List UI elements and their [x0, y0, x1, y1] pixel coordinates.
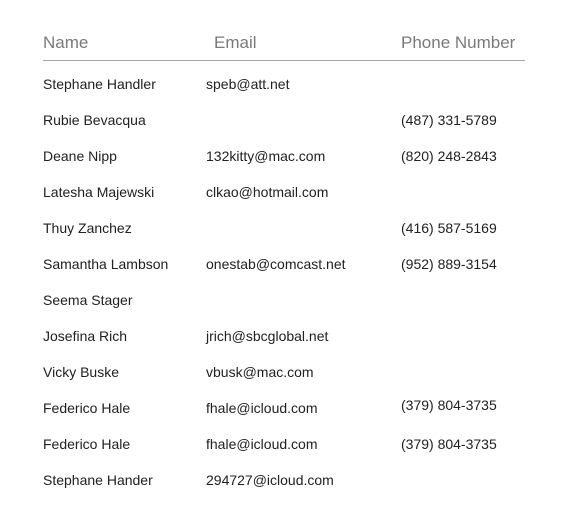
column-header-phone[interactable]: Phone Number — [401, 33, 515, 53]
table-row[interactable]: Rubie Bevacqua (487) 331-5789 — [43, 103, 525, 139]
contact-email: clkao@hotmail.com — [206, 184, 329, 200]
contact-email: speb@att.net — [206, 76, 290, 92]
contact-name: Samantha Lambson — [43, 256, 169, 272]
contact-name: Federico Hale — [43, 436, 131, 452]
column-header-name[interactable]: Name — [43, 33, 88, 53]
contact-name: Thuy Zanchez — [43, 220, 132, 236]
table-row[interactable]: Stephane Hander 294727@icloud.com — [43, 463, 525, 499]
table-header: Name Email Phone Number — [43, 0, 525, 61]
contact-name: Vicky Buske — [43, 364, 119, 380]
table-row[interactable]: Vicky Buske vbusk@mac.com — [43, 355, 525, 391]
contact-name: Stephane Hander — [43, 472, 153, 488]
contact-phone: (952) 889-3154 — [401, 256, 497, 272]
contact-phone: (416) 587-5169 — [401, 220, 497, 236]
contact-email: fhale@icloud.com — [206, 400, 318, 416]
contact-email: 132kitty@mac.com — [206, 148, 326, 164]
table-row[interactable]: Latesha Majewski clkao@hotmail.com — [43, 175, 525, 211]
contact-email: vbusk@mac.com — [206, 364, 314, 380]
table-row[interactable]: Stephane Handler speb@att.net — [43, 67, 525, 103]
contact-name: Seema Stager — [43, 292, 133, 308]
table-row[interactable]: Seema Stager — [43, 283, 525, 319]
contacts-table: Name Email Phone Number Stephane Handler… — [43, 0, 525, 499]
contact-email: 294727@icloud.com — [206, 472, 334, 488]
contact-name: Josefina Rich — [43, 328, 128, 344]
table-body: Stephane Handler speb@att.net Rubie Beva… — [43, 67, 525, 499]
contact-phone: (379) 804-3735 — [401, 436, 497, 452]
contact-email: onestab@comcast.net — [206, 256, 346, 272]
contact-phone: (379) 804-3735 — [401, 397, 497, 413]
table-row[interactable]: Federico Hale fhale@icloud.com (379) 804… — [43, 427, 525, 463]
contact-name: Latesha Majewski — [43, 184, 155, 200]
contact-email: fhale@icloud.com — [206, 436, 318, 452]
column-header-email[interactable]: Email — [214, 33, 257, 53]
contact-phone: (820) 248-2843 — [401, 148, 497, 164]
table-row[interactable]: Samantha Lambson onestab@comcast.net (95… — [43, 247, 525, 283]
table-row[interactable]: Josefina Rich jrich@sbcglobal.net — [43, 319, 525, 355]
contact-name: Stephane Handler — [43, 76, 156, 92]
contact-email: jrich@sbcglobal.net — [206, 328, 329, 344]
contact-phone: (487) 331-5789 — [401, 112, 497, 128]
contact-name: Deane Nipp — [43, 148, 117, 164]
table-row[interactable]: Deane Nipp 132kitty@mac.com (820) 248-28… — [43, 139, 525, 175]
contact-name: Rubie Bevacqua — [43, 112, 146, 128]
contact-name: Federico Hale — [43, 400, 131, 416]
table-row[interactable]: Thuy Zanchez (416) 587-5169 — [43, 211, 525, 247]
table-row[interactable]: Federico Hale fhale@icloud.com (379) 804… — [43, 391, 525, 427]
